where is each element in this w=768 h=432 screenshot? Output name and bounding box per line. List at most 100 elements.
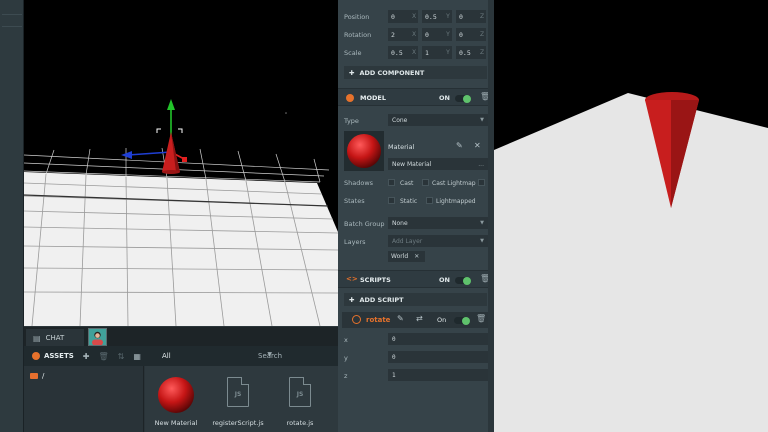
cast-lightmap-checkbox[interactable] xyxy=(422,179,429,186)
chat-icon: ▤ xyxy=(33,333,41,343)
more-icon: ... xyxy=(478,160,484,168)
delete-asset-icon[interactable]: 🗑︎ xyxy=(99,352,109,361)
scripts-title: SCRIPTS xyxy=(360,276,391,284)
lightmapped-checkbox[interactable] xyxy=(426,197,433,204)
gizmo-z-handle[interactable] xyxy=(182,157,187,162)
asset-filter-value: All xyxy=(162,352,171,360)
axis-z-label: Z xyxy=(479,49,485,56)
model-type-value: Cone xyxy=(392,116,408,124)
model-on-label: ON xyxy=(439,94,450,102)
layer-tag-world[interactable]: World ✕ xyxy=(388,251,425,262)
asset-search-input[interactable]: Search xyxy=(258,350,336,362)
material-sphere-icon xyxy=(347,134,381,168)
grid-view-icon[interactable]: ▦ xyxy=(133,352,141,361)
axis-z-label: Z xyxy=(479,31,485,38)
edit-icon[interactable]: ✎ xyxy=(456,141,463,150)
layer-tag-label: World xyxy=(391,253,409,260)
static-checkbox[interactable] xyxy=(388,197,395,204)
chevron-down-icon: ▼ xyxy=(480,238,484,244)
game-ground xyxy=(494,93,768,432)
model-component-icon xyxy=(346,94,354,102)
user-avatar[interactable] xyxy=(88,328,107,346)
material-preview[interactable] xyxy=(344,131,384,171)
plus-icon: ✚ xyxy=(349,68,355,77)
add-component-button[interactable]: ✚ ADD COMPONENT xyxy=(344,66,487,79)
add-component-label: ADD COMPONENT xyxy=(359,68,425,77)
material-asset-field[interactable]: New Material ... xyxy=(388,158,488,170)
scripts-on-label: ON xyxy=(439,276,450,284)
cast-shadows-checkbox[interactable] xyxy=(388,179,395,186)
close-icon[interactable]: ✕ xyxy=(474,141,481,150)
attr-x-label: x xyxy=(344,336,348,344)
scene-viewport[interactable] xyxy=(24,0,338,326)
axis-y-label: Y xyxy=(446,31,450,38)
scripts-enabled-toggle[interactable] xyxy=(455,276,471,285)
chat-bar: ▤ CHAT xyxy=(24,326,338,347)
trash-icon[interactable]: 🗑︎ xyxy=(476,314,486,323)
left-side-strip xyxy=(0,0,24,432)
gizmo-x-axis[interactable] xyxy=(127,151,172,156)
script-instance-rotate: rotate ✎ ⇄ On 🗑︎ xyxy=(342,312,488,328)
js-file-icon: JS xyxy=(219,374,257,416)
add-script-label: ADD SCRIPT xyxy=(359,295,404,304)
divider xyxy=(2,14,22,15)
script-name[interactable]: rotate xyxy=(366,316,390,324)
asset-grid: New Material JS registerScript.js JS rot… xyxy=(145,366,338,432)
add-layer-select[interactable]: Add Layer ▼ xyxy=(388,235,488,247)
script-enabled-toggle[interactable] xyxy=(454,316,470,325)
add-layer-placeholder: Add Layer xyxy=(392,237,423,245)
folder-icon xyxy=(30,373,38,379)
cast-label: Cast xyxy=(400,180,414,187)
static-label: Static xyxy=(400,198,418,205)
gizmo-x-arrow[interactable] xyxy=(121,151,132,159)
gizmo-y-arrow[interactable] xyxy=(167,99,175,110)
model-section-header[interactable]: MODEL ON 🗑︎ xyxy=(338,88,494,106)
add-asset-icon[interactable]: ✚ xyxy=(83,352,90,361)
scripts-section-header[interactable]: <> SCRIPTS ON 🗑︎ xyxy=(338,270,494,288)
axis-y-label: Y xyxy=(446,49,450,56)
attr-x-field[interactable]: 0 xyxy=(388,333,488,345)
edit-icon[interactable]: ✎ xyxy=(397,314,404,323)
scene-dot xyxy=(285,112,287,114)
axis-x-label: X xyxy=(411,31,417,38)
axis-z-label: Z xyxy=(479,13,485,20)
model-type-select[interactable]: Cone ▼ xyxy=(388,114,488,126)
divider xyxy=(2,26,22,27)
chevron-down-icon: ▼ xyxy=(480,117,484,123)
attr-y-field[interactable]: 0 xyxy=(388,351,488,363)
swap-icon[interactable]: ⇄ xyxy=(416,314,423,323)
states-label: States xyxy=(344,197,365,205)
cast-lightmap-label: Cast Lightmap xyxy=(432,180,476,187)
assets-title-label: ASSETS xyxy=(44,352,74,360)
material-value: New Material xyxy=(392,160,432,168)
asset-search-placeholder: Search xyxy=(258,352,283,360)
plus-icon: ✚ xyxy=(349,295,355,304)
asset-item-script[interactable]: JS registerScript.js xyxy=(207,374,267,430)
axis-y-label: Y xyxy=(446,13,450,20)
add-script-button[interactable]: ✚ ADD SCRIPT xyxy=(344,293,487,306)
batch-group-select[interactable]: None ▼ xyxy=(388,217,488,229)
asset-item-script[interactable]: JS rotate.js xyxy=(269,374,329,430)
avatar-image xyxy=(89,329,106,345)
refresh-icon[interactable]: ⇅ xyxy=(118,352,125,361)
assets-header: ASSETS ✚ 🗑︎ ⇅ ▦ All ▼ Search xyxy=(24,346,338,366)
chat-tab-label: CHAT xyxy=(45,334,65,342)
layers-label: Layers xyxy=(344,238,366,246)
game-preview-view[interactable] xyxy=(494,0,768,432)
close-icon[interactable]: ✕ xyxy=(414,253,419,260)
receive-shadows-checkbox[interactable] xyxy=(478,179,485,186)
type-label: Type xyxy=(344,117,359,125)
assets-title: ASSETS xyxy=(32,352,74,360)
script-on-label: On xyxy=(437,316,447,324)
tree-root-folder[interactable]: / xyxy=(30,372,44,380)
tree-root-label: / xyxy=(42,372,45,380)
chat-tab[interactable]: ▤ CHAT xyxy=(26,329,84,347)
attr-z-field[interactable]: 1 xyxy=(388,369,488,381)
selection-brackets xyxy=(156,128,183,133)
shadows-label: Shadows xyxy=(344,179,374,187)
js-file-icon: JS xyxy=(281,374,319,416)
model-enabled-toggle[interactable] xyxy=(455,94,471,103)
asset-folder-tree: / xyxy=(24,366,144,432)
asset-item-material[interactable]: New Material xyxy=(145,374,205,430)
scale-label: Scale xyxy=(344,49,362,57)
